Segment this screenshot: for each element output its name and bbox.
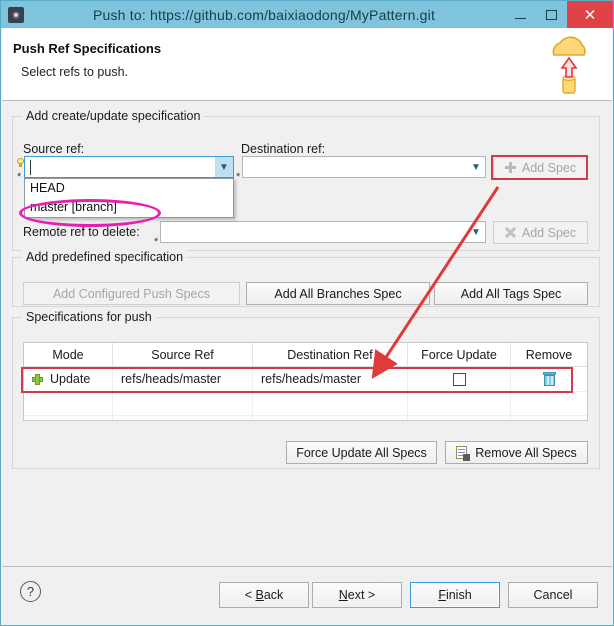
chevron-down-icon[interactable]: ▼ (215, 157, 233, 177)
remote-ref-to-delete-combo[interactable]: ▼ (160, 221, 486, 243)
remote-ref-to-delete-label: Remote ref to delete: (23, 225, 140, 239)
text-caret (30, 160, 31, 175)
cell-remove[interactable] (511, 367, 587, 391)
cloud-push-icon (540, 31, 598, 97)
maximize-icon (546, 9, 557, 20)
cell-source-ref: refs/heads/master (113, 367, 253, 391)
destination-ref-required-marker: * (236, 171, 241, 183)
source-ref-dropdown-list[interactable]: HEAD master [branch] (24, 178, 234, 218)
add-predefined-legend: Add predefined specification (22, 250, 188, 264)
column-header-remove: Remove (525, 347, 573, 362)
source-ref-value (25, 157, 215, 177)
question-mark-icon[interactable]: ? (20, 581, 41, 602)
cell-empty (24, 392, 113, 415)
cell-empty (253, 392, 408, 415)
trash-icon[interactable] (542, 372, 556, 386)
remote-ref-required-marker: * (154, 236, 159, 248)
minimize-button[interactable] (505, 1, 536, 28)
window-title-bar: Push to: https://github.com/baixiaodong/… (1, 1, 613, 28)
destination-ref-label: Destination ref: (241, 142, 326, 156)
close-button[interactable]: ✕ (567, 1, 613, 28)
add-all-branches-spec-button[interactable]: Add All Branches Spec (246, 282, 430, 305)
plus-icon (504, 162, 516, 173)
destination-ref-value (243, 157, 467, 177)
source-ref-combo[interactable]: ▼ (24, 156, 234, 178)
wizard-header: Push Ref Specifications Select refs to p… (2, 28, 612, 101)
column-header-destination-ref: Destination Ref (253, 343, 408, 366)
column-header-force-update: Force Update (408, 343, 511, 366)
specs-table[interactable]: Mode Source Ref Destination Ref Force Up… (23, 342, 588, 421)
cell-force-update[interactable] (408, 367, 511, 391)
finish-button-label: Finish (438, 588, 472, 602)
next-button-label: Next > (338, 588, 376, 602)
table-row[interactable]: Update refs/heads/master refs/heads/mast… (24, 367, 587, 391)
add-all-tags-spec-label: Add All Tags Spec (460, 286, 562, 301)
add-spec-create-update-button[interactable]: Add Spec (493, 156, 588, 179)
push-wizard-dialog: Push to: https://github.com/baixiaodong/… (0, 0, 614, 626)
source-ref-required-marker: * (17, 171, 22, 183)
specifications-for-push-legend: Specifications for push (22, 310, 156, 324)
cell-mode-label: Update (50, 372, 91, 386)
add-spec-create-update-label: Add Spec (521, 160, 577, 175)
dialog-footer: ? < Back Next > Finish Cancel (2, 567, 612, 625)
add-all-branches-spec-label: Add All Branches Spec (274, 286, 402, 301)
cell-empty (408, 392, 511, 415)
add-all-tags-spec-button[interactable]: Add All Tags Spec (434, 282, 588, 305)
column-header-source-ref: Source Ref (113, 343, 253, 366)
cell-empty (253, 416, 408, 420)
chevron-down-icon[interactable]: ▼ (467, 157, 485, 177)
next-button[interactable]: Next > (312, 582, 402, 608)
remove-all-specs-button[interactable]: Remove All Specs (445, 441, 588, 464)
back-button[interactable]: < Back (219, 582, 309, 608)
add-create-update-legend: Add create/update specification (22, 109, 205, 123)
gear-icon (7, 6, 25, 24)
window-controls: ✕ (505, 1, 613, 28)
dialog-body: Add create/update specification Source r… (2, 101, 612, 565)
table-row-empty (24, 391, 587, 415)
source-ref-label: Source ref: (23, 142, 85, 156)
dropdown-item-master[interactable]: master [branch] (25, 198, 233, 217)
cancel-button[interactable]: Cancel (508, 582, 598, 608)
maximize-button[interactable] (536, 1, 567, 28)
cell-empty (24, 416, 113, 420)
window-title: Push to: https://github.com/baixiaodong/… (92, 6, 436, 23)
force-update-all-specs-button[interactable]: Force Update All Specs (286, 441, 437, 464)
cell-empty (511, 392, 587, 415)
add-spec-delete-button[interactable]: Add Spec (493, 221, 588, 244)
force-update-checkbox[interactable] (452, 372, 466, 386)
cell-empty (511, 416, 587, 420)
dropdown-item-head[interactable]: HEAD (25, 179, 233, 198)
add-configured-push-specs-label: Add Configured Push Specs (52, 286, 211, 301)
cell-destination-ref: refs/heads/master (253, 367, 408, 391)
page-subtitle: Select refs to push. (21, 65, 129, 79)
destination-ref-combo[interactable]: ▼ (242, 156, 486, 178)
force-update-all-specs-label: Force Update All Specs (296, 445, 427, 460)
green-plus-icon (32, 373, 43, 385)
cell-empty (113, 416, 253, 420)
add-configured-push-specs-button[interactable]: Add Configured Push Specs (23, 282, 240, 305)
table-row-empty (24, 415, 587, 420)
page-title: Push Ref Specifications (13, 41, 162, 56)
x-icon (505, 227, 516, 238)
remove-all-specs-label: Remove All Specs (475, 445, 577, 460)
cancel-button-label: Cancel (533, 588, 573, 602)
chevron-down-icon[interactable]: ▼ (467, 222, 485, 242)
add-spec-delete-label: Add Spec (521, 225, 577, 240)
back-button-label: < Back (244, 588, 284, 602)
minimize-icon (515, 17, 526, 19)
specs-table-header: Mode Source Ref Destination Ref Force Up… (24, 343, 587, 367)
remove-document-icon (456, 445, 471, 461)
cell-empty (408, 416, 511, 420)
cell-empty (113, 392, 253, 415)
column-header-mode: Mode (24, 343, 113, 366)
finish-button[interactable]: Finish (410, 582, 500, 608)
content-assist-icon (17, 158, 24, 167)
remote-ref-to-delete-value (161, 222, 467, 242)
cell-mode: Update (24, 367, 113, 391)
